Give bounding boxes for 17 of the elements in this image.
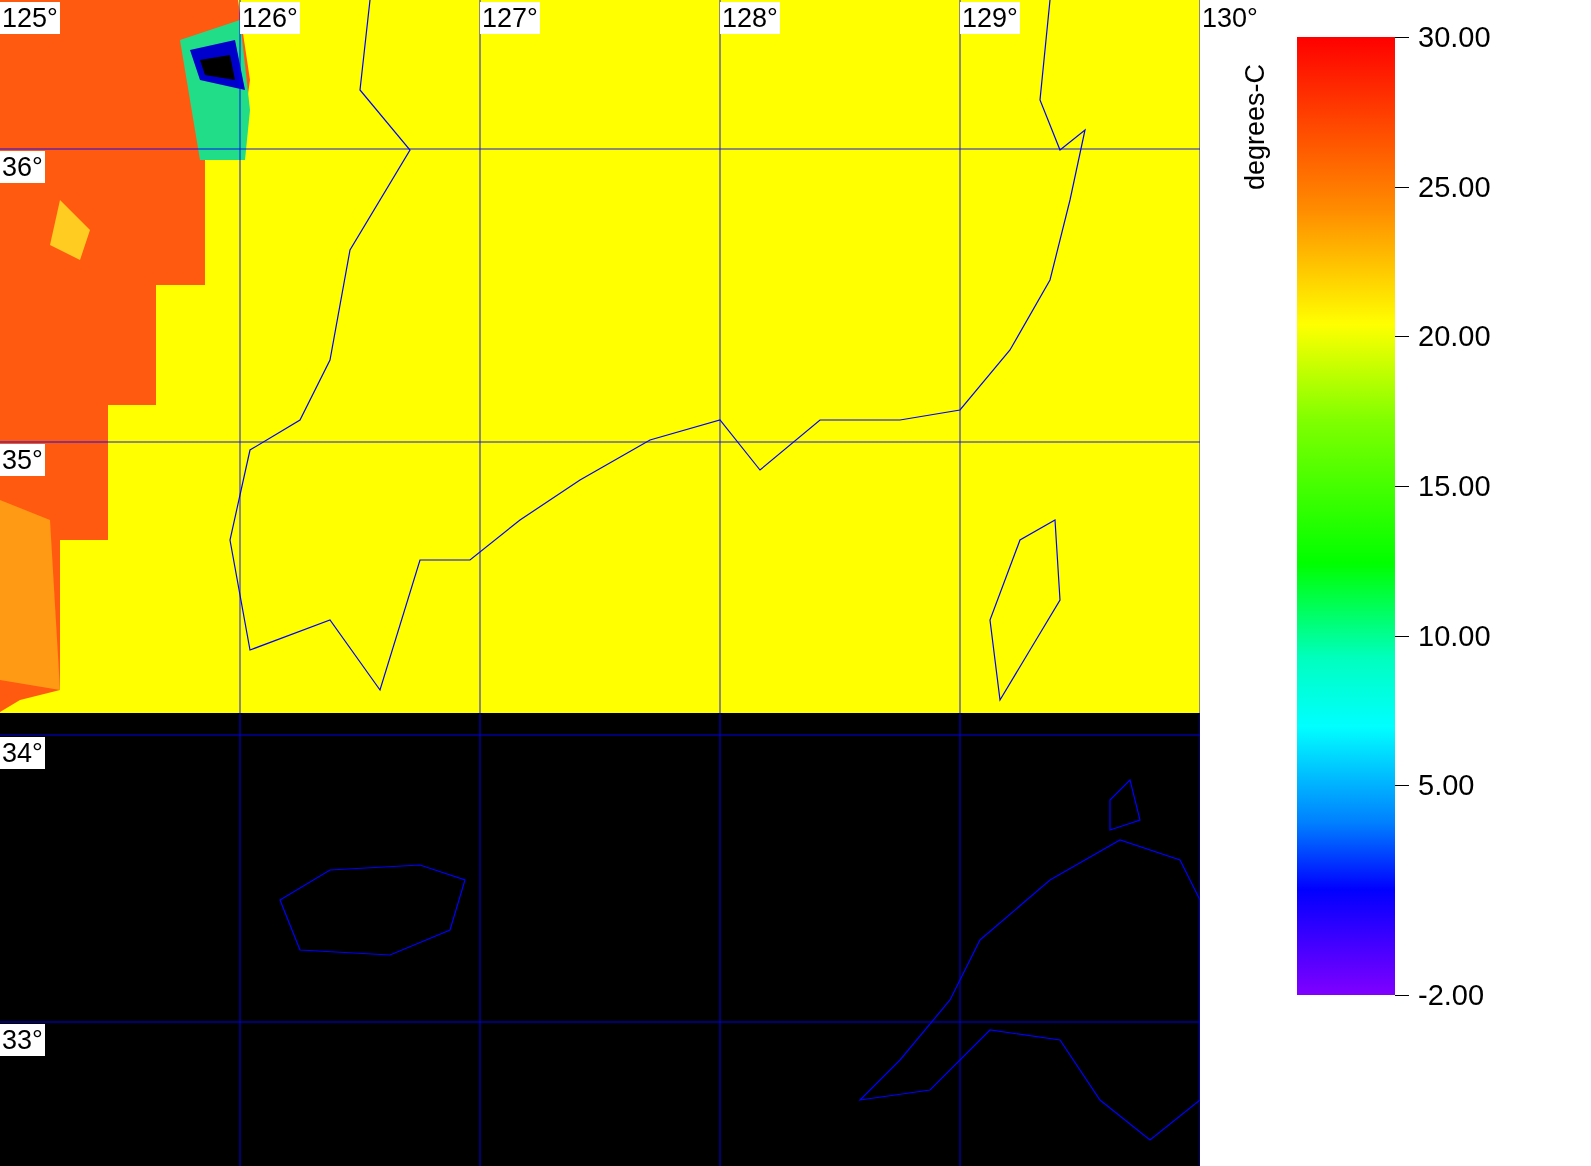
colorbar-title: degrees-C [1240,62,1270,190]
longitude-label: 127° [480,2,540,34]
colorbar-tick-label: 25.00 [1418,170,1491,203]
latitude-label: 36° [0,151,45,183]
colorbar-tick-label: 20.00 [1418,320,1491,353]
latitude-label: 35° [0,444,45,476]
longitude-label: 129° [960,2,1020,34]
latitude-label: 34° [0,737,45,769]
longitude-label: 128° [720,2,780,34]
colorbar-tick-label: 10.00 [1418,619,1491,652]
latitude-label: 33° [0,1024,45,1056]
longitude-label: 125° [0,2,60,34]
colorbar-tick-label: 30.00 [1418,21,1491,53]
longitude-label: 126° [240,2,300,34]
colorbar-tick-label: 5.00 [1418,769,1475,802]
colorbar-tick-label: 15.00 [1418,470,1491,503]
colorbar-tick-label: -2.00 [1418,979,1485,1011]
